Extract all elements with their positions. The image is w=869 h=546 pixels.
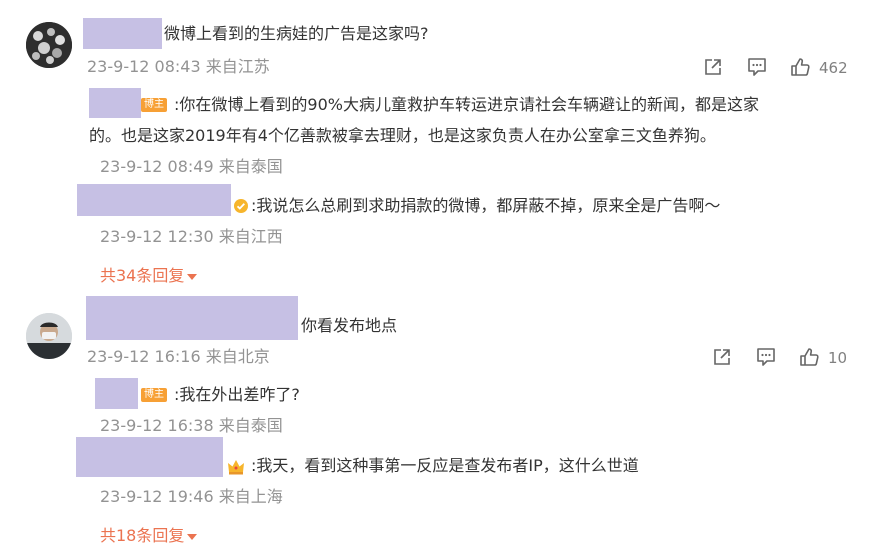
username-redacted[interactable] [89,88,141,118]
more-replies-link[interactable]: 共18条回复 [100,526,198,546]
reply-meta: 23-9-12 16:38 来自泰国 [100,416,283,435]
crown-icon [228,460,244,475]
comment-text: 你看发布地点 [301,316,398,335]
avatar[interactable] [26,22,72,68]
username-redacted[interactable] [86,296,298,340]
reply-meta: 23-9-12 08:49 来自泰国 [100,157,283,176]
reply-meta: 23-9-12 12:30 来自江西 [100,227,283,246]
username-redacted[interactable] [95,378,138,409]
username-redacted[interactable] [77,184,231,216]
reply-text: :我说怎么总刷到求助捐款的微博，都屏蔽不掉，原来全是广告啊～ [251,196,721,215]
reply-text: :你在微博上看到的90%大病儿童救护车转运进京请社会车辆避让的新闻，都是这家 [174,95,759,114]
username-redacted[interactable] [76,437,223,477]
reply-text: :我在外出差咋了? [174,385,300,404]
author-badge: 博主 [141,388,167,402]
avatar-image [26,22,72,68]
comment-text: 微博上看到的生病娃的广告是这家吗? [164,24,429,43]
like-count: 10 [828,349,848,367]
more-replies-label: 共18条回复 [100,526,185,545]
comment-button[interactable] [755,346,777,368]
avatar[interactable] [26,313,72,359]
author-badge: 博主 [141,98,167,112]
verified-icon [234,199,248,213]
like-button[interactable]: 10 [798,346,850,368]
share-icon [705,59,721,75]
thumbs-up-icon [800,348,819,366]
comment-button[interactable] [746,56,768,78]
caret-down-icon [187,533,198,540]
reply-text-continued: 的。也是这家2019年有4个亿善款被拿去理财，也是这家负责人在办公室拿三文鱼养狗… [89,126,716,145]
caret-down-icon [187,273,198,280]
thumbs-up-icon [791,58,810,76]
more-replies-link[interactable]: 共34条回复 [100,266,198,286]
reply-text: :我天，看到这种事第一反应是查发布者IP，这什么世道 [251,456,639,475]
more-replies-label: 共34条回复 [100,266,185,285]
like-count: 462 [819,59,848,77]
comment-icon [757,348,775,366]
share-button[interactable] [711,346,733,368]
comment-meta: 23-9-12 16:16 来自北京 [87,347,270,366]
share-icon [714,349,730,365]
share-button[interactable] [702,56,724,78]
reply-meta: 23-9-12 19:46 来自上海 [100,487,283,506]
avatar-image [26,313,72,359]
comment-meta: 23-9-12 08:43 来自江苏 [87,57,270,76]
username-redacted[interactable] [83,18,162,49]
like-button[interactable]: 462 [789,56,849,78]
comment-icon [748,58,766,76]
